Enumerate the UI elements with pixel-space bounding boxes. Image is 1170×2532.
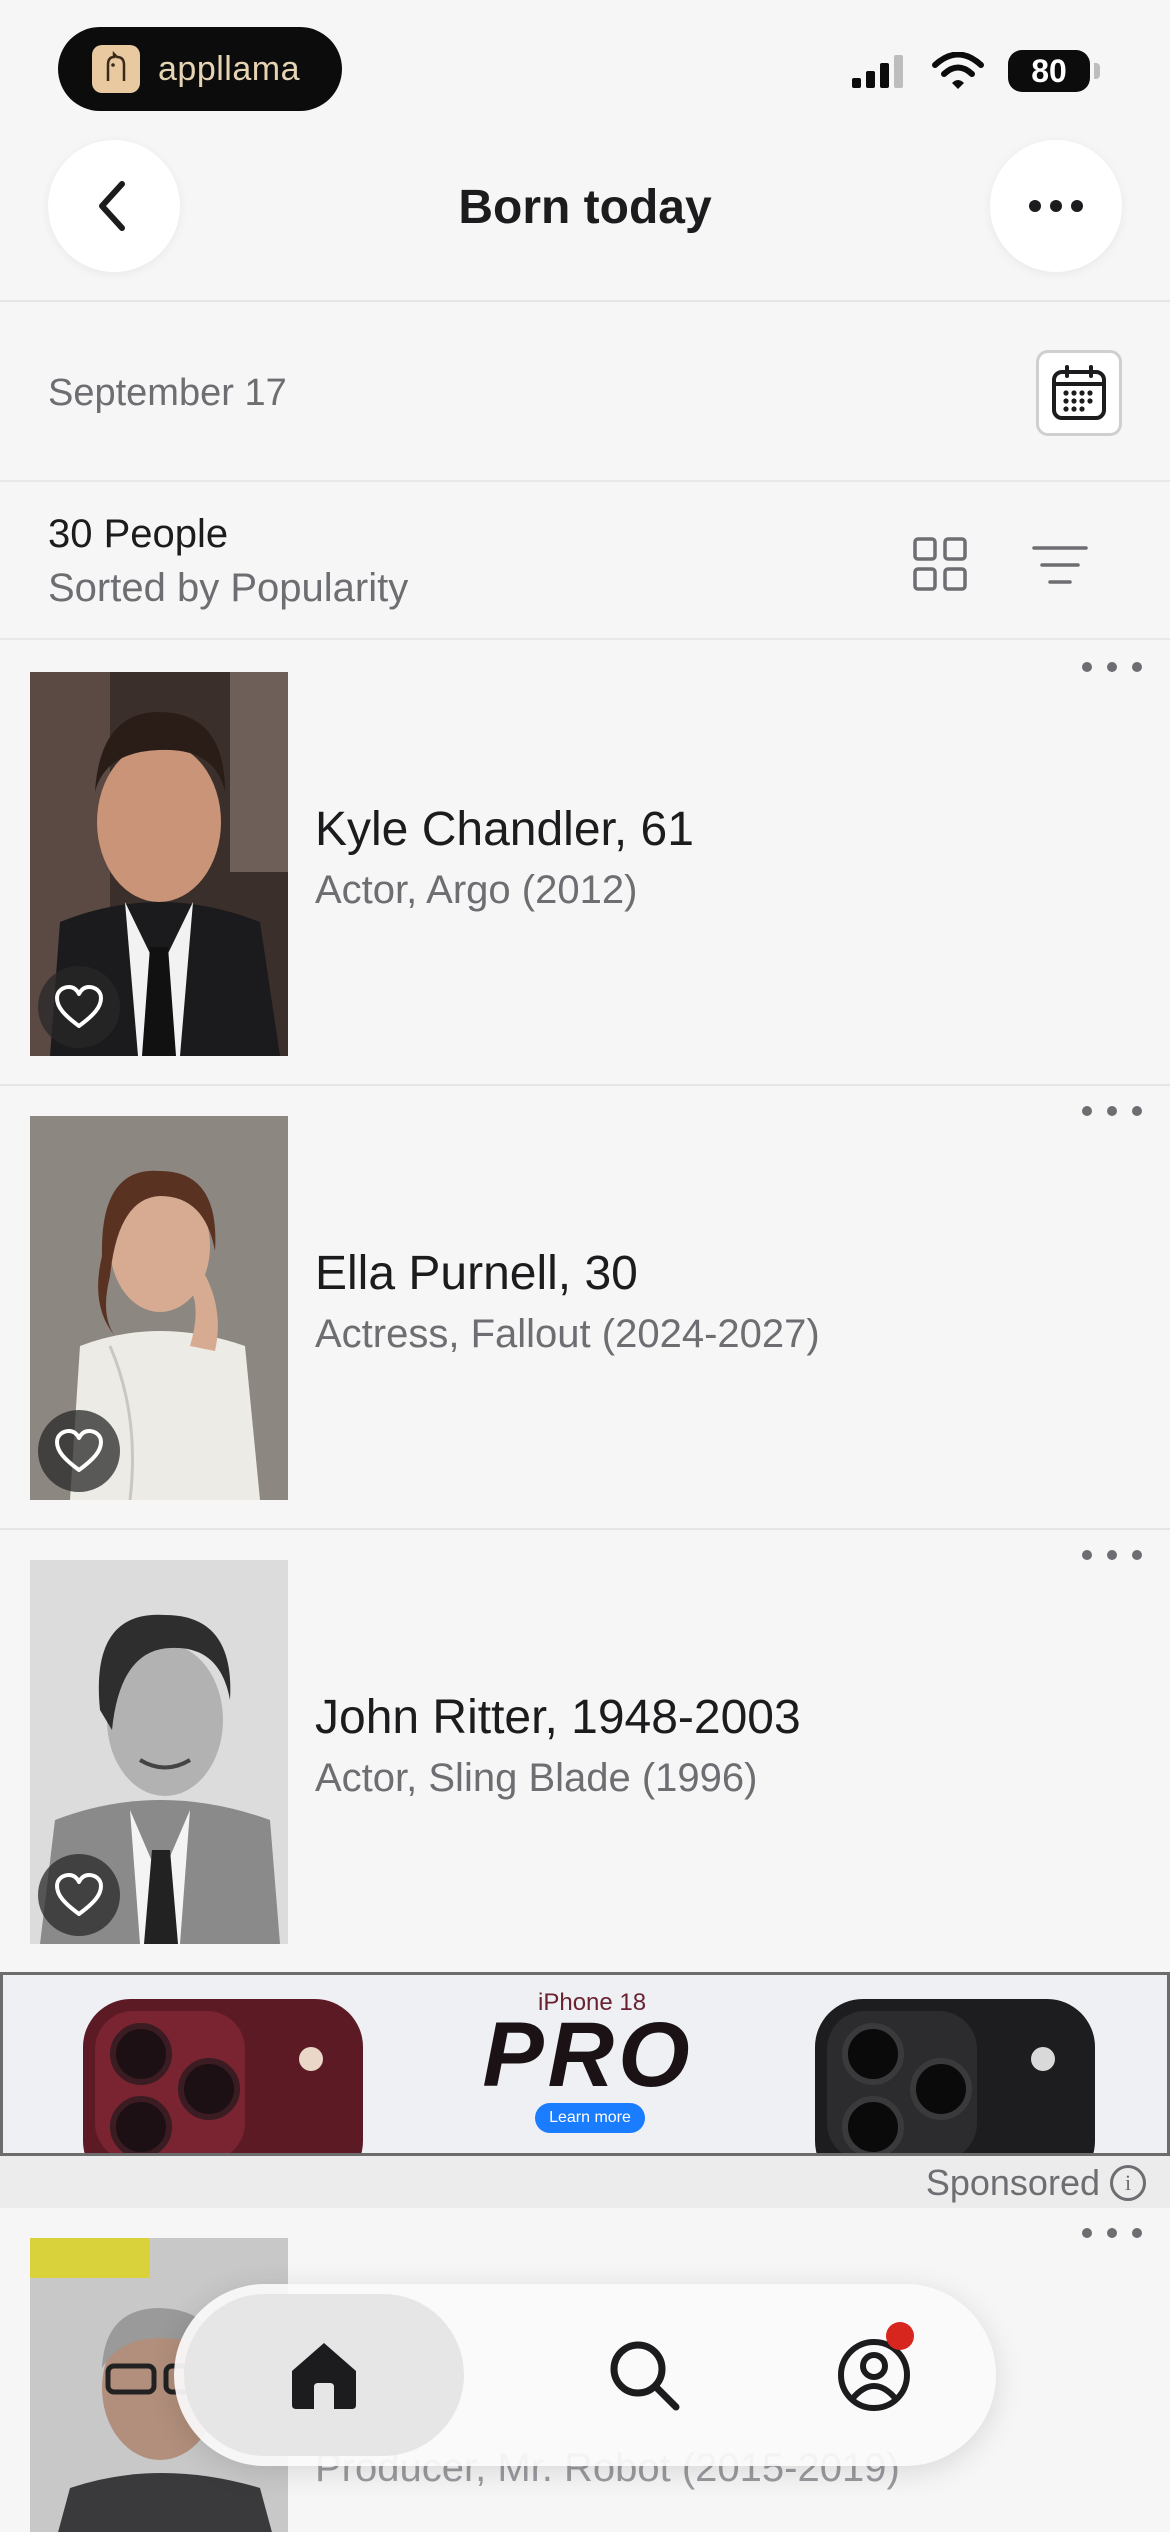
calendar-button[interactable] [1036, 350, 1122, 436]
more-options-button[interactable] [990, 140, 1122, 272]
person-known-for: Actor, Argo (2012) [315, 868, 638, 912]
row-more-button[interactable] [1082, 1540, 1142, 1570]
list-item[interactable]: Kyle Chandler, 61 Actor, Argo (2012) [0, 642, 1170, 1086]
people-count: 30 People [48, 512, 229, 556]
app-badge: appllama [58, 27, 342, 111]
sponsored-label: Sponsored i [926, 2162, 1146, 2204]
row-more-button[interactable] [1082, 1096, 1142, 1126]
ellipsis-icon [1029, 200, 1083, 212]
person-photo[interactable] [30, 1560, 288, 1944]
system-icons: 80 [850, 50, 1100, 92]
ad-banner[interactable]: iPhone 18 PRO Learn more [0, 1972, 1170, 2156]
tab-search[interactable] [584, 2294, 704, 2456]
tab-profile[interactable] [784, 2294, 964, 2456]
info-icon[interactable]: i [1110, 2165, 1146, 2201]
row-more-button[interactable] [1082, 652, 1142, 682]
list-item[interactable]: Ella Purnell, 30 Actress, Fallout (2024-… [0, 1086, 1170, 1530]
calendar-icon [1052, 365, 1106, 420]
results-summary-row: 30 People Sorted by Popularity [0, 484, 1170, 640]
grid-icon [913, 537, 967, 591]
filter-lines-icon [1032, 546, 1088, 584]
person-name: John Ritter, 1948-2003 [315, 1691, 801, 1744]
home-icon [292, 2343, 356, 2409]
ad-phone-image-left [83, 1999, 363, 2153]
wifi-icon [932, 52, 984, 89]
heart-icon [55, 1429, 103, 1472]
sort-filter-button[interactable] [1030, 540, 1090, 590]
person-known-for: Actor, Sling Blade (1996) [315, 1756, 758, 1800]
ad-learn-more-button[interactable]: Learn more [535, 2103, 645, 2133]
ad-phone-image-right [815, 1999, 1095, 2153]
grid-view-button[interactable] [912, 536, 968, 592]
bottom-tab-bar [174, 2284, 996, 2466]
sort-order-label: Sorted by Popularity [48, 566, 409, 610]
person-photo[interactable] [30, 672, 288, 1056]
search-icon [610, 2341, 680, 2411]
llama-logo-icon [92, 45, 140, 93]
nav-header: Born today [0, 140, 1170, 302]
person-photo[interactable] [30, 1116, 288, 1500]
person-name: Kyle Chandler, 61 [315, 803, 694, 856]
tab-home[interactable] [184, 2294, 464, 2456]
app-badge-label: appllama [158, 49, 300, 88]
selected-date: September 17 [48, 372, 287, 414]
sponsored-text: Sponsored [925, 2162, 1100, 2203]
list-item[interactable]: John Ritter, 1948-2003 Actor, Sling Blad… [0, 1530, 1170, 1974]
person-known-for: Actress, Fallout (2024-2027) [315, 1312, 820, 1356]
notification-badge [886, 2322, 914, 2350]
favorite-button[interactable] [38, 1410, 120, 1492]
battery-indicator: 80 [1008, 50, 1100, 92]
favorite-button[interactable] [38, 966, 120, 1048]
date-selector-row: September 17 [0, 304, 1170, 482]
heart-icon [55, 1873, 103, 1916]
heart-icon [55, 985, 103, 1028]
status-bar: appllama 80 [0, 0, 1170, 140]
person-name: Ella Purnell, 30 [315, 1247, 638, 1300]
ad-headline: PRO [482, 2004, 694, 2106]
favorite-button[interactable] [38, 1854, 120, 1936]
row-more-button[interactable] [1082, 2218, 1142, 2248]
cellular-signal-icon [852, 55, 903, 88]
